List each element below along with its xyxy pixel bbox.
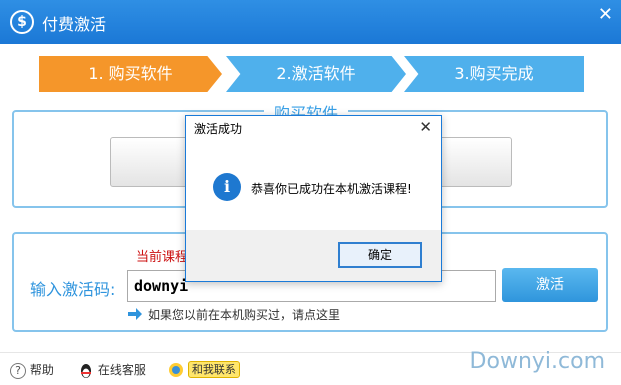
qq-penguin-icon	[81, 363, 91, 378]
dialog-footer: 确定	[186, 230, 441, 281]
online-service-label: 在线客服	[97, 363, 146, 377]
dialog-title: 激活成功	[194, 122, 243, 136]
current-course-text: 当前课程	[136, 250, 189, 265]
activation-code-label: 输入激活码:	[30, 280, 116, 299]
step-buy-software: 1. 购买软件	[39, 56, 222, 92]
dialog-close-icon[interactable]: ✕	[419, 118, 432, 136]
arrow-right-icon	[128, 308, 142, 320]
downyi-watermark: Downyi.com	[469, 349, 605, 374]
info-icon: i	[213, 173, 241, 201]
dollar-icon: $	[10, 10, 34, 34]
qq-contact-icon	[169, 362, 183, 377]
previously-bought-link[interactable]: 如果您以前在本机购买过，请点这里	[148, 306, 340, 323]
close-icon[interactable]: ✕	[598, 4, 613, 25]
help-icon: ?	[10, 362, 26, 379]
step-purchase-complete: 3.购买完成	[404, 56, 584, 92]
window-title: 付费激活	[42, 15, 107, 34]
dialog-message: 恭喜你已成功在本机激活课程!	[251, 182, 412, 196]
contact-me-button[interactable]: 和我联系	[168, 361, 240, 378]
online-service-link[interactable]: 在线客服	[78, 361, 146, 379]
activate-button[interactable]: 激活	[502, 268, 598, 302]
title-bar: $ 付费激活 ✕	[0, 0, 621, 44]
dialog-body: i 恭喜你已成功在本机激活课程!	[186, 142, 441, 230]
contact-me-label: 和我联系	[187, 361, 240, 378]
ok-button[interactable]: 确定	[338, 242, 422, 268]
step-activate-software: 2.激活软件	[226, 56, 406, 92]
activation-success-dialog: 激活成功 ✕ i 恭喜你已成功在本机激活课程! 确定	[185, 115, 442, 282]
help-label: 帮助	[29, 363, 54, 377]
step-indicator: 1. 购买软件 2.激活软件 3.购买完成	[0, 44, 621, 104]
help-link[interactable]: ? 帮助	[10, 361, 54, 379]
